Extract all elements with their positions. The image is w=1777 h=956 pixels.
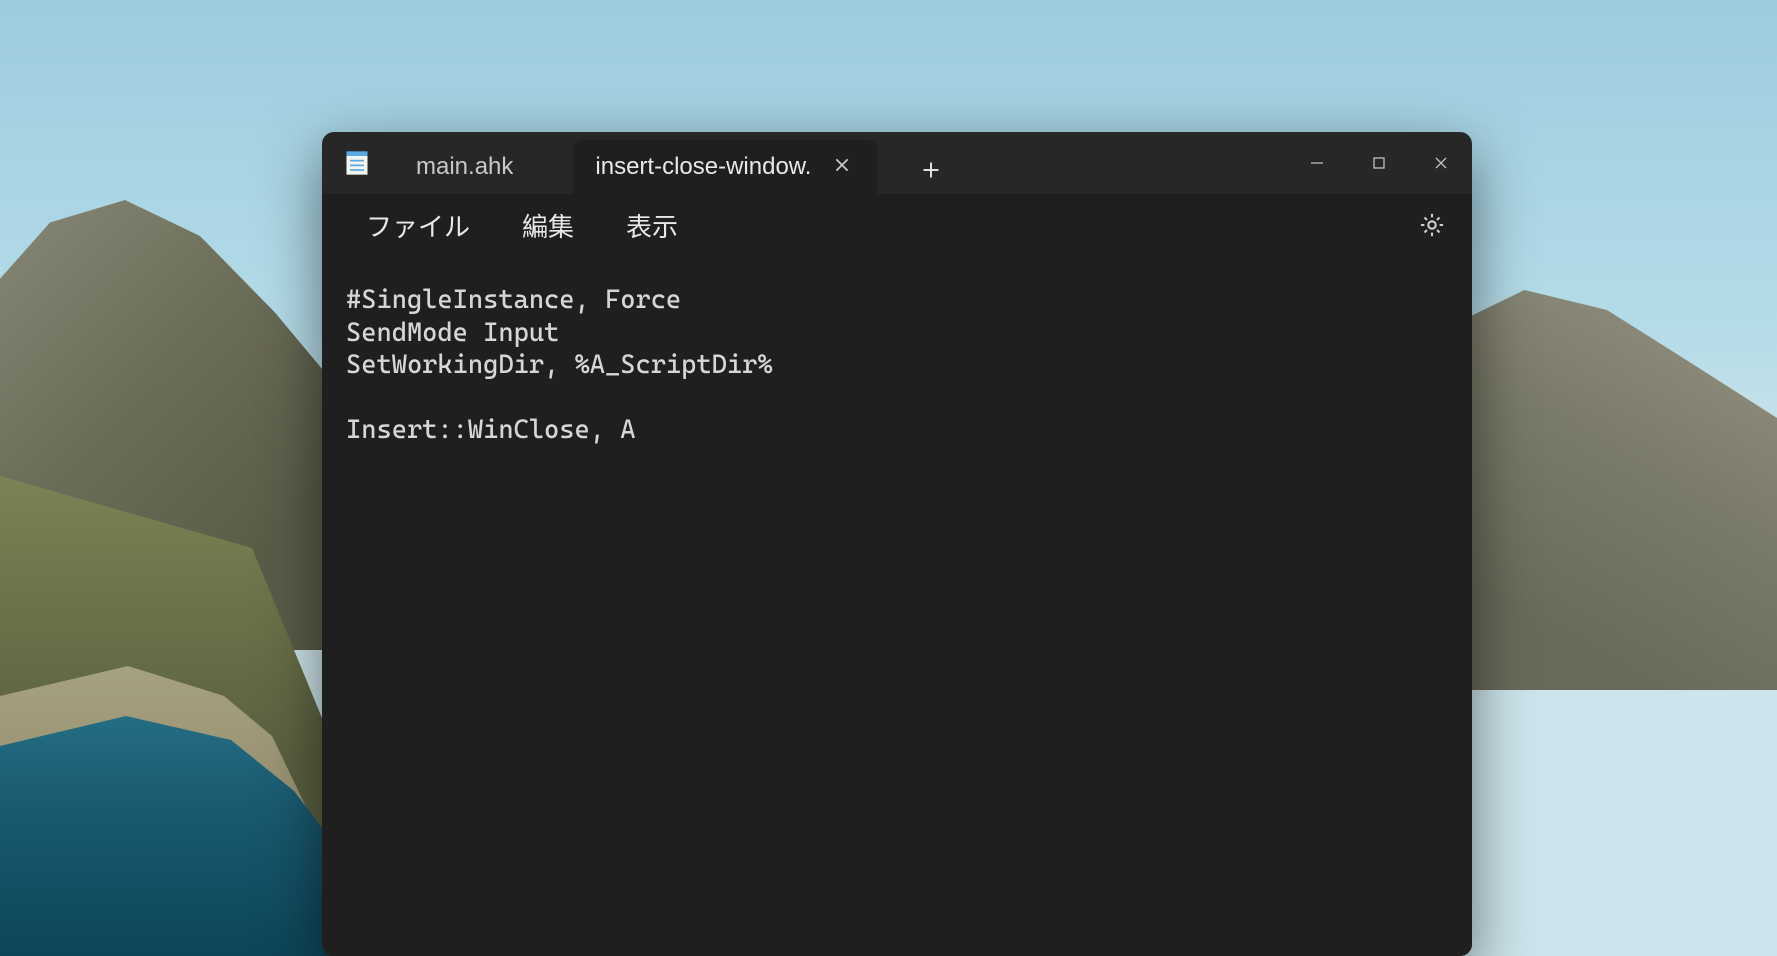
tab-label: main.ahk [416,153,513,181]
menu-edit[interactable]: 編集 [496,199,600,252]
new-tab-button[interactable] [907,146,955,194]
tab-main-ahk[interactable]: main.ahk [386,140,573,194]
tab-strip: main.ahk insert-close-window. [386,132,1286,194]
window-controls [1286,139,1472,187]
settings-button[interactable] [1410,203,1454,247]
menu-view[interactable]: 表示 [600,199,704,252]
menu-file[interactable]: ファイル [340,199,496,252]
editor-area: #SingleInstance, Force SendMode Input Se… [322,256,1472,956]
minimize-button[interactable] [1286,139,1348,187]
maximize-button[interactable] [1348,139,1410,187]
close-tab-icon[interactable] [829,152,855,182]
notepad-app-icon [342,148,372,178]
tab-label: insert-close-window. [595,153,811,181]
tab-insert-close-window[interactable]: insert-close-window. [573,140,877,194]
notepad-window: main.ahk insert-close-window. [322,132,1472,956]
titlebar[interactable]: main.ahk insert-close-window. [322,132,1472,194]
close-window-button[interactable] [1410,139,1472,187]
code-editor[interactable]: #SingleInstance, Force SendMode Input Se… [346,284,1448,447]
menubar: ファイル 編集 表示 [322,194,1472,256]
